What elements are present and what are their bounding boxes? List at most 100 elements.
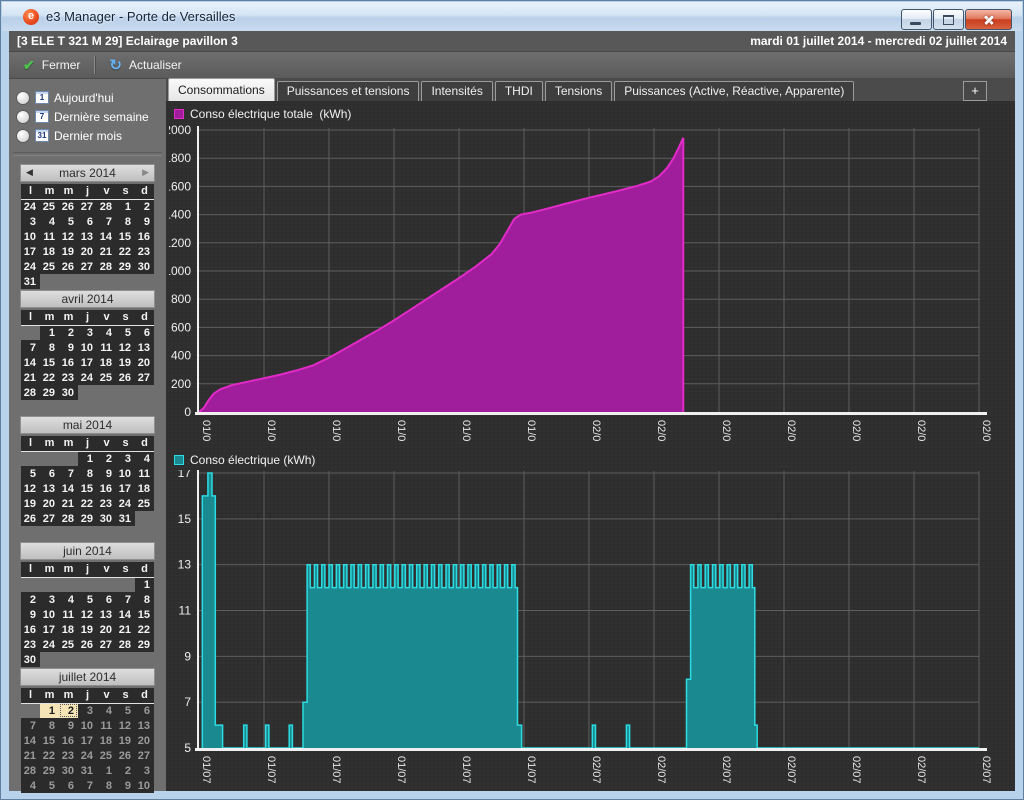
calendar-day[interactable]: 22 (40, 370, 59, 385)
calendar-day[interactable]: 8 (97, 778, 116, 793)
calendar-day[interactable]: 1 (78, 451, 97, 466)
calendar-day[interactable]: 21 (116, 622, 135, 637)
calendar-day[interactable]: 22 (78, 496, 97, 511)
calendar-day[interactable]: 23 (135, 244, 154, 259)
calendar-day[interactable]: 10 (40, 607, 59, 622)
calendar-day[interactable]: 1 (40, 703, 59, 718)
calendar-day[interactable]: 9 (116, 778, 135, 793)
calendar-day[interactable]: 24 (78, 370, 97, 385)
calendar-day[interactable]: 3 (78, 325, 97, 340)
calendar-day[interactable]: 7 (21, 718, 40, 733)
calendar-day[interactable]: 6 (78, 214, 97, 229)
calendar-day[interactable]: 12 (21, 481, 40, 496)
calendar-day[interactable]: 19 (116, 733, 135, 748)
calendar-day[interactable]: 8 (78, 466, 97, 481)
calendar-day[interactable]: 20 (135, 355, 154, 370)
calendar-day[interactable]: 12 (116, 718, 135, 733)
calendar-day[interactable]: 8 (135, 592, 154, 607)
calendar-day[interactable]: 2 (59, 325, 78, 340)
range-option-derni-re-semaine[interactable]: 7Dernière semaine (9, 107, 166, 126)
minimize-button[interactable] (901, 9, 932, 30)
calendar-day[interactable]: 17 (78, 355, 97, 370)
calendar-day[interactable]: 28 (97, 259, 116, 274)
calendar-day[interactable]: 6 (59, 778, 78, 793)
calendar-day[interactable]: 3 (135, 763, 154, 778)
calendar-day[interactable]: 13 (40, 481, 59, 496)
close-button[interactable] (965, 9, 1012, 30)
calendar-day[interactable]: 29 (78, 511, 97, 526)
calendar-day[interactable]: 31 (116, 511, 135, 526)
actualiser-button[interactable]: ↻ Actualiser (95, 52, 195, 78)
calendar-day[interactable]: 19 (59, 244, 78, 259)
fermer-button[interactable]: ✔ Fermer (9, 52, 94, 78)
calendar-day[interactable]: 6 (135, 325, 154, 340)
calendar-day[interactable]: 25 (97, 370, 116, 385)
calendar-day[interactable]: 27 (135, 370, 154, 385)
calendar-day[interactable]: 20 (40, 496, 59, 511)
calendar-day[interactable]: 30 (97, 511, 116, 526)
calendar-day[interactable]: 5 (21, 466, 40, 481)
calendar-day[interactable]: 15 (135, 607, 154, 622)
calendar-day[interactable]: 17 (40, 622, 59, 637)
calendar-day[interactable]: 25 (59, 637, 78, 652)
maximize-button[interactable] (933, 9, 964, 30)
calendar-day[interactable]: 17 (116, 481, 135, 496)
calendar-day[interactable]: 7 (78, 778, 97, 793)
calendar-day[interactable]: 29 (40, 763, 59, 778)
calendar-day[interactable]: 14 (116, 607, 135, 622)
calendar-next-icon[interactable]: ▶ (142, 167, 149, 178)
calendar-day[interactable]: 16 (59, 733, 78, 748)
calendar-day[interactable]: 27 (78, 199, 97, 214)
calendar-day[interactable]: 15 (40, 355, 59, 370)
calendar-day[interactable]: 6 (135, 703, 154, 718)
calendar-day[interactable]: 14 (21, 733, 40, 748)
radio-icon[interactable] (16, 129, 30, 143)
calendar-day[interactable]: 28 (97, 199, 116, 214)
calendar-day[interactable]: 21 (21, 370, 40, 385)
calendar-day[interactable]: 28 (21, 763, 40, 778)
calendar-prev-icon[interactable]: ◀ (26, 167, 33, 178)
calendar-day[interactable]: 18 (40, 244, 59, 259)
calendar-day[interactable]: 19 (21, 496, 40, 511)
calendar-day[interactable]: 12 (78, 607, 97, 622)
calendar-day[interactable]: 24 (21, 199, 40, 214)
calendar-day[interactable]: 9 (97, 466, 116, 481)
calendar-day[interactable]: 27 (40, 511, 59, 526)
calendar-day[interactable]: 4 (21, 778, 40, 793)
calendar-day[interactable]: 9 (21, 607, 40, 622)
calendar-day[interactable]: 23 (97, 496, 116, 511)
calendar-day[interactable]: 16 (21, 622, 40, 637)
calendar-day[interactable]: 1 (135, 577, 154, 592)
range-option-dernier-mois[interactable]: 31Dernier mois (9, 126, 166, 145)
calendar-day[interactable]: 7 (116, 592, 135, 607)
calendar-day[interactable]: 9 (135, 214, 154, 229)
calendar-day[interactable]: 17 (78, 733, 97, 748)
calendar-day[interactable]: 13 (78, 229, 97, 244)
calendar-day[interactable]: 11 (40, 229, 59, 244)
calendar-day[interactable]: 21 (21, 748, 40, 763)
calendar-day[interactable]: 14 (21, 355, 40, 370)
calendar-day[interactable]: 24 (78, 748, 97, 763)
calendar-day[interactable]: 15 (40, 733, 59, 748)
calendar-day[interactable]: 7 (21, 340, 40, 355)
calendar-day[interactable]: 4 (97, 703, 116, 718)
calendar-day[interactable]: 12 (116, 340, 135, 355)
calendar-day[interactable]: 14 (97, 229, 116, 244)
calendar-day[interactable]: 14 (59, 481, 78, 496)
calendar-day[interactable]: 10 (21, 229, 40, 244)
calendar-day[interactable]: 2 (135, 199, 154, 214)
calendar-day[interactable]: 25 (135, 496, 154, 511)
calendar-day[interactable]: 11 (135, 466, 154, 481)
calendar-day[interactable]: 20 (97, 622, 116, 637)
calendar-day[interactable]: 11 (97, 718, 116, 733)
calendar-day[interactable]: 1 (97, 763, 116, 778)
calendar-day[interactable]: 3 (21, 214, 40, 229)
calendar-day[interactable]: 26 (59, 199, 78, 214)
tab-consommations[interactable]: Consommations (168, 78, 275, 101)
calendar-day[interactable]: 21 (59, 496, 78, 511)
calendar-day[interactable]: 29 (116, 259, 135, 274)
calendar-day[interactable]: 23 (59, 748, 78, 763)
calendar-day[interactable]: 30 (59, 385, 78, 400)
tab-tensions[interactable]: Tensions (545, 81, 612, 101)
calendar-day[interactable]: 24 (116, 496, 135, 511)
